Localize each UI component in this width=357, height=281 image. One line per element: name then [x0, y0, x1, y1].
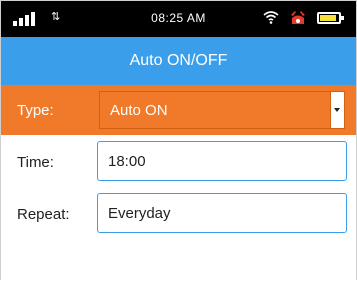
type-select-value: Auto ON — [110, 101, 168, 119]
repeat-label: Repeat: — [17, 205, 70, 223]
type-select[interactable]: Auto ON — [99, 91, 345, 129]
time-label: Time: — [17, 153, 54, 171]
repeat-input[interactable]: Everyday — [97, 193, 347, 233]
battery-fill — [320, 15, 336, 21]
alarm-icon — [291, 11, 305, 24]
repeat-row: Repeat: Everyday — [1, 189, 356, 239]
dropdown-arrow-icon[interactable] — [330, 92, 344, 128]
type-row: Type: Auto ON — [1, 85, 356, 135]
type-label: Type: — [17, 101, 54, 119]
phone-screen: ⇅ 08:25 AM Auto ON/OFF Type: Auto ON Tim… — [0, 0, 357, 281]
time-row: Time: 18:00 — [1, 137, 356, 187]
empty-content-area — [1, 241, 356, 281]
status-bar: ⇅ 08:25 AM — [1, 1, 356, 37]
wifi-icon — [263, 11, 279, 24]
page-title: Auto ON/OFF — [1, 37, 356, 85]
battery-icon — [317, 12, 344, 24]
time-input[interactable]: 18:00 — [97, 141, 347, 181]
